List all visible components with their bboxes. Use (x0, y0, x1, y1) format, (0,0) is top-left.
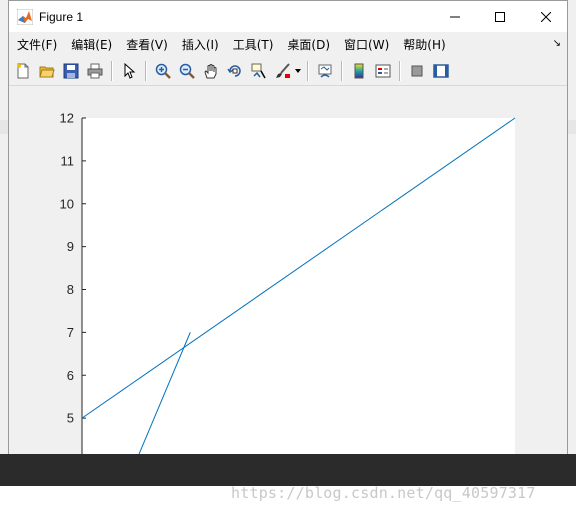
y-tick-label: 10 (60, 196, 74, 211)
y-tick-label: 4 (67, 454, 74, 455)
background-window-edge-right (568, 120, 576, 134)
save-button[interactable] (60, 60, 82, 82)
insert-legend-button[interactable] (372, 60, 394, 82)
show-plot-tools-icon (433, 64, 449, 78)
link-plot-button[interactable] (314, 60, 336, 82)
menu-overflow-chevron-icon[interactable]: ↘ (553, 38, 561, 49)
menu-desktop[interactable]: 桌面(D) (280, 36, 337, 53)
brush-button[interactable] (272, 60, 294, 82)
background-window-edge-left (0, 120, 8, 134)
menu-bar: 文件(F) 编辑(E) 查看(V) 插入(I) 工具(T) 桌面(D) 窗口(W… (9, 32, 567, 57)
maximize-button[interactable] (477, 1, 523, 32)
brush-dropdown-icon (295, 69, 301, 73)
axes-background (82, 118, 515, 461)
rotate-3d-icon (227, 65, 241, 77)
hide-plot-tools-icon (411, 65, 423, 77)
background-dark-strip (0, 454, 576, 486)
zoom-in-icon (155, 63, 171, 79)
figure-toolbar (9, 57, 567, 86)
show-plot-tools-button[interactable] (430, 60, 452, 82)
edit-plot-button[interactable] (118, 60, 140, 82)
link-plot-icon (318, 64, 332, 78)
zoom-out-icon (179, 63, 195, 79)
menu-tools[interactable]: 工具(T) (226, 36, 281, 53)
watermark-text: https://blog.csdn.net/qq_40597317 (231, 484, 536, 502)
data-cursor-icon (251, 63, 266, 79)
menu-view[interactable]: 查看(V) (119, 36, 175, 53)
save-icon (63, 63, 79, 79)
figure-canvas: 012345678456789101112 (9, 86, 567, 482)
new-figure-icon (17, 63, 29, 79)
matlab-logo-icon (17, 8, 33, 25)
open-file-icon (39, 66, 55, 78)
toolbar-separator (341, 61, 343, 81)
zoom-out-button[interactable] (176, 60, 198, 82)
pan-hand-icon (204, 64, 217, 79)
toolbar-separator (307, 61, 309, 81)
pointer-icon (124, 63, 136, 79)
title-bar[interactable]: Figure 1 (9, 1, 567, 32)
menu-insert[interactable]: 插入(I) (175, 36, 226, 53)
insert-colorbar-button[interactable] (348, 60, 370, 82)
figure-window: Figure 1 文件(F) 编辑(E) 查看(V) 插入(I) 工具(T) 桌… (8, 0, 568, 482)
legend-icon (375, 64, 391, 78)
brush-icon (276, 63, 290, 78)
rotate-3d-button[interactable] (224, 60, 246, 82)
y-tick-label: 7 (67, 325, 74, 340)
close-button[interactable] (523, 1, 569, 32)
zoom-in-button[interactable] (152, 60, 174, 82)
open-file-button[interactable] (36, 60, 58, 82)
menu-help[interactable]: 帮助(H) (396, 36, 452, 53)
minimize-button[interactable] (432, 1, 478, 32)
pan-button[interactable] (200, 60, 222, 82)
brush-dropdown[interactable] (295, 69, 303, 73)
print-button[interactable] (84, 60, 106, 82)
toolbar-separator (145, 61, 147, 81)
hide-plot-tools-button[interactable] (406, 60, 428, 82)
window-title: Figure 1 (39, 9, 84, 24)
y-tick-label: 5 (67, 411, 74, 426)
minimize-icon (450, 16, 460, 17)
y-tick-label: 9 (67, 239, 74, 254)
y-tick-label: 6 (67, 368, 74, 383)
y-tick-label: 12 (60, 111, 74, 126)
plot-axes[interactable]: 012345678456789101112 (9, 86, 567, 482)
toolbar-separator (399, 61, 401, 81)
menu-edit[interactable]: 编辑(E) (64, 36, 119, 53)
menu-file[interactable]: 文件(F) (15, 36, 64, 53)
toolbar-separator (111, 61, 113, 81)
y-tick-label: 11 (61, 153, 75, 168)
y-tick-label: 8 (67, 282, 74, 297)
print-icon (87, 63, 103, 79)
data-cursor-button[interactable] (248, 60, 270, 82)
menu-window[interactable]: 窗口(W) (337, 36, 396, 53)
maximize-icon (495, 11, 505, 22)
new-figure-button[interactable] (12, 60, 34, 82)
colorbar-icon (354, 63, 364, 79)
close-icon (541, 11, 551, 22)
